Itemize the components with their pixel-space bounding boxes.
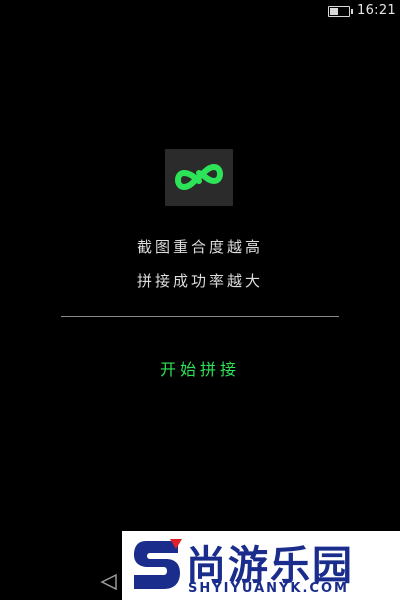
infinity-icon [175, 163, 223, 191]
battery-level-fill [330, 8, 338, 15]
app-logo [165, 149, 233, 206]
description-line-2: 拼接成功率越大 [136, 272, 263, 290]
status-time: 16:21 [357, 3, 396, 18]
description-line-1: 截图重合度越高 [136, 238, 263, 256]
watermark-logo: 尚游乐园 SHYIYUANYK.COM [122, 531, 400, 600]
watermark-s-logo-icon [134, 539, 182, 589]
start-stitch-button[interactable]: 开始拼接 [130, 352, 270, 388]
divider [61, 316, 339, 317]
battery-icon [328, 6, 353, 17]
back-triangle-icon[interactable] [99, 573, 119, 591]
watermark-english-text: SHYIYUANYK.COM [188, 581, 349, 596]
status-bar: 16:21 [0, 0, 400, 22]
